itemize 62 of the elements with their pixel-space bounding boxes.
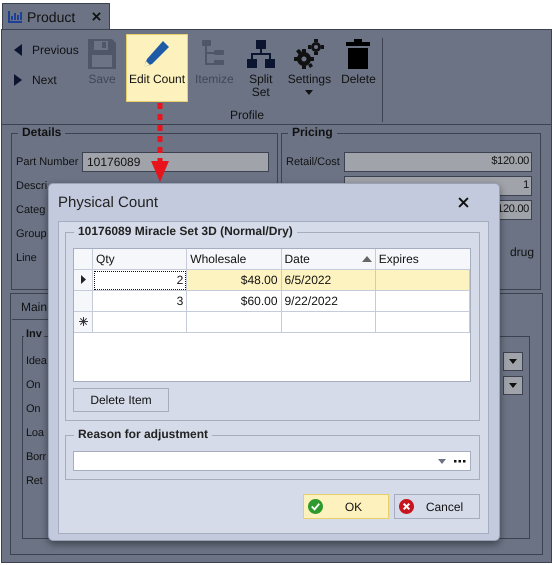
- split-button[interactable]: Split Set: [240, 34, 281, 102]
- dialog-title: Physical Count: [58, 194, 158, 211]
- dropdown-button[interactable]: [503, 352, 523, 370]
- ellipsis-icon[interactable]: [454, 460, 466, 462]
- table-cell[interactable]: $60.00: [186, 290, 281, 312]
- document-tab[interactable]: Product: [2, 3, 110, 29]
- field-label: Line: [16, 252, 38, 264]
- left-triangle-icon: [14, 44, 22, 56]
- row-pointer-icon: [80, 275, 86, 284]
- table-cell[interactable]: 3: [92, 290, 187, 312]
- field-label: Descri: [16, 180, 48, 192]
- new-row-icon: [78, 317, 88, 326]
- field-label: Idea: [26, 355, 47, 367]
- caret-icon: [509, 358, 517, 364]
- settings-button[interactable]: Settings: [284, 34, 334, 102]
- check-icon: [308, 499, 323, 514]
- field-label: Retail/Cost: [286, 156, 341, 168]
- field-label: Categ: [16, 204, 46, 216]
- input-field[interactable]: $120.00: [344, 152, 532, 172]
- field-label: Part Number: [16, 156, 80, 168]
- table-cell[interactable]: [375, 270, 470, 290]
- table-cell[interactable]: 6/5/2022: [281, 270, 376, 290]
- close-icon[interactable]: [458, 197, 469, 208]
- checkbox-label: drug: [510, 245, 534, 259]
- dropdown-button[interactable]: [503, 376, 523, 394]
- table-cell[interactable]: [281, 312, 376, 332]
- cancel-button[interactable]: Cancel: [394, 494, 480, 519]
- gears-icon: [294, 39, 324, 69]
- input-field[interactable]: 10176089: [82, 152, 269, 172]
- group-title: Pricing: [288, 125, 337, 139]
- edit-button[interactable]: Edit Count: [126, 34, 188, 102]
- right-triangle-icon: [14, 74, 22, 86]
- pencil-icon: [143, 39, 172, 69]
- group-label: Profile: [230, 108, 264, 122]
- chart-icon: [7, 10, 23, 24]
- table-cell[interactable]: [92, 312, 187, 332]
- table-cell[interactable]: $48.00: [186, 270, 281, 290]
- table-cell[interactable]: [375, 290, 470, 312]
- field-label: On: [26, 379, 40, 391]
- field-label: Ret: [26, 475, 43, 487]
- group-title: Reason for adjustment: [74, 427, 212, 441]
- group-title: 10176089 Miracle Set 3D (Normal/Dry): [74, 224, 297, 238]
- previous-button[interactable]: Previous: [14, 40, 82, 60]
- cancel-icon: [399, 499, 414, 514]
- table-cell[interactable]: 9/22/2022: [281, 290, 376, 312]
- table-cell[interactable]: [186, 312, 281, 332]
- field-label: Group: [16, 228, 48, 240]
- caret-icon: [438, 458, 446, 464]
- next-button[interactable]: Next: [14, 70, 82, 90]
- group-title: Inv: [24, 328, 44, 340]
- ok-button[interactable]: OK: [303, 494, 389, 519]
- field-label: Borr: [26, 451, 46, 463]
- table-cell[interactable]: [375, 312, 470, 332]
- group-title: Details: [18, 125, 66, 139]
- delete-item-button[interactable]: Delete Item: [73, 388, 169, 412]
- delete-button[interactable]: Delete: [338, 34, 379, 102]
- table-cell[interactable]: 2: [92, 270, 187, 290]
- caret-icon: [509, 382, 517, 388]
- field-label: Loa: [26, 427, 44, 439]
- hierarchy-icon: [246, 39, 275, 69]
- field-label: On: [26, 403, 40, 415]
- trash-icon: [346, 39, 370, 69]
